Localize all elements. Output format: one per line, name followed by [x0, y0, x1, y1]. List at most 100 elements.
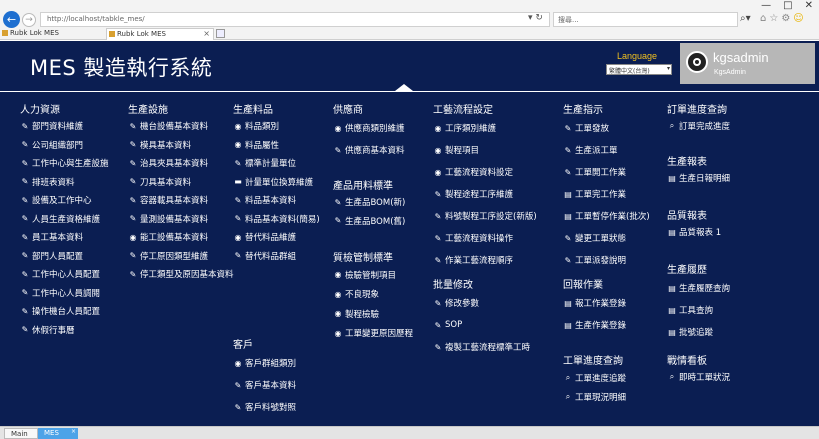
tab-main[interactable]: Main: [4, 428, 38, 439]
menu-item[interactable]: ✎ 標準計量單位: [233, 154, 320, 173]
menu-item[interactable]: ▤ 工單完工作業: [563, 183, 650, 205]
menu-item[interactable]: ▤ 生產履歷查詢: [667, 277, 730, 299]
search-icon[interactable]: ⌕▾: [740, 13, 751, 24]
menu-item[interactable]: ✎ 變更工單狀態: [563, 227, 650, 249]
menu-item[interactable]: ◉ 工藝流程資料設定: [433, 161, 537, 183]
menu-item[interactable]: ✎ 生產派工單: [563, 139, 650, 161]
close-icon[interactable]: ×: [71, 428, 76, 435]
menu-item[interactable]: ◉ 能工設備基本資料: [128, 228, 234, 247]
menu-item[interactable]: ✎ 公司組織部門: [20, 136, 109, 155]
menu-item[interactable]: ▤ 工具查詢: [667, 299, 730, 321]
menu-item-label: 工單開工作業: [575, 168, 627, 178]
feedback-smiley-icon[interactable]: ☺: [793, 13, 803, 24]
menu-item-label: 人員生產資格維護: [32, 214, 101, 225]
menu-item[interactable]: ◉ 製程檢驗: [333, 304, 413, 324]
menu-item[interactable]: ✎ 設備及工作中心: [20, 191, 109, 210]
menu-item[interactable]: ◉ 工單變更原因歷程: [333, 324, 414, 344]
forward-button[interactable]: →: [22, 13, 36, 27]
menu-item[interactable]: ▤ 品質報表 1: [667, 223, 721, 242]
menu-item[interactable]: ▤ 生產日報明細: [667, 169, 730, 188]
close-tab-icon[interactable]: ×: [203, 29, 210, 38]
menu-item[interactable]: ✎ 工作中心人員配置: [20, 265, 109, 284]
menu-item[interactable]: ✎ 複製工藝流程標準工時: [433, 336, 530, 358]
menu-item[interactable]: ▤ 生產作業登錄: [563, 314, 626, 336]
search-icon: ⌕: [669, 372, 675, 382]
menu-item[interactable]: ✎ 製程途程工序維護: [433, 183, 537, 205]
menu-item[interactable]: ✎ 部門資料維護: [20, 117, 109, 136]
menu-item[interactable]: ✎ 工單開工作業: [563, 161, 650, 183]
menu-item[interactable]: ⌕ 即時工單狀況: [667, 368, 730, 387]
menu-item[interactable]: ✎ 作業工藝流程順序: [433, 249, 537, 271]
favicon-icon: [2, 30, 8, 36]
menu-item[interactable]: ✎ 量測設備基本資料: [128, 210, 234, 229]
menu-item[interactable]: ✎ 操作機台人員配置: [20, 302, 109, 321]
menu-item[interactable]: ✎ 機台設備基本資料: [128, 117, 234, 136]
user-panel[interactable]: kgsadmin KgsAdmin: [680, 43, 815, 84]
menu-item[interactable]: ◉ 檢驗管制項目: [333, 265, 413, 285]
menu-item[interactable]: ✎ 修改參數: [433, 292, 530, 314]
menu-item[interactable]: ✎ 工作中心人員調閱: [20, 284, 109, 303]
tab-mes[interactable]: MES ×: [38, 428, 78, 439]
menu-item[interactable]: ✎ 停工原因類型維護: [128, 247, 234, 266]
menu-item[interactable]: ✎ 供應商基本資料: [333, 139, 405, 161]
menu-item[interactable]: ▬ 計量單位換算維護: [233, 173, 320, 192]
menu-item[interactable]: ✎ 人員生產資格維護: [20, 210, 109, 229]
menu-item[interactable]: ✎ 工單發放: [563, 117, 650, 139]
menu-item[interactable]: ◉ 工序類別維護: [433, 117, 537, 139]
menu-item[interactable]: ✎ 治具夾具基本資料: [128, 154, 234, 173]
disc-icon: ◉: [334, 270, 342, 280]
menu-item-label: 模具基本資料: [140, 140, 192, 151]
menu-item[interactable]: ◉ 替代料品維護: [233, 228, 320, 247]
menu-item[interactable]: ✎ 客戶料號對照: [233, 396, 296, 418]
menu-item[interactable]: ✎ 模具基本資料: [128, 136, 234, 155]
search-input[interactable]: 搜尋...: [553, 12, 738, 27]
menu-item[interactable]: ✎ 生產品BOM(新): [333, 193, 406, 212]
menu-item[interactable]: ✎ 工藝流程資料操作: [433, 227, 537, 249]
wrench-icon: ✎: [21, 121, 29, 131]
new-tab-button[interactable]: [216, 29, 225, 38]
menu-item-label: 供應商類別維護: [345, 124, 405, 134]
menu-item[interactable]: ⌕ 工單進度追蹤: [563, 368, 626, 387]
menu-item[interactable]: ✎ 客戶基本資料: [233, 374, 296, 396]
menu-item[interactable]: ◉ 客戶群組類別: [233, 352, 297, 374]
menu-item[interactable]: ✎ 部門人員配置: [20, 247, 109, 266]
wrench-icon: ✎: [334, 197, 342, 207]
menu-item[interactable]: ✎ 生產品BOM(舊): [333, 212, 406, 231]
menu-item[interactable]: ✎ 休假行事曆: [20, 321, 109, 340]
gear-icon[interactable]: ⚙: [781, 13, 790, 24]
refresh-icon[interactable]: ↻: [535, 13, 543, 23]
menu-item-label: 料品基本資料(簡易): [245, 214, 320, 225]
menu-item[interactable]: ▤ 工單暫停作業(批次): [563, 205, 649, 227]
menu-item[interactable]: ⌕ 工單現況明細: [563, 387, 626, 406]
home-icon[interactable]: ⌂: [760, 13, 766, 24]
menu-item[interactable]: ◉ 料品類別: [233, 117, 320, 136]
menu-item[interactable]: ✎ 工單派發說明: [563, 249, 650, 271]
dropdown-icon[interactable]: ▾: [528, 13, 533, 23]
menu-item[interactable]: ✎ 料品基本資料: [233, 191, 320, 210]
menu-item[interactable]: ✎ 員工基本資料: [20, 228, 109, 247]
menu-item[interactable]: ✎ 料品基本資料(簡易): [233, 210, 320, 229]
menu-item[interactable]: ⌕ 訂單完成進度: [667, 117, 730, 136]
browser-tab[interactable]: Rubk Lok MES: [0, 28, 105, 40]
menu-item[interactable]: ✎ SOP: [433, 314, 530, 336]
menu-item[interactable]: ▤ 報工作業登錄: [563, 292, 626, 314]
menu-item[interactable]: ◉ 料品屬性: [233, 136, 320, 155]
menu-item[interactable]: ✎ 停工類型及原因基本資料: [128, 265, 234, 284]
menu-item[interactable]: ✎ 替代料品群組: [233, 247, 320, 266]
address-bar[interactable]: http://localhost/tabkle_mes/: [40, 12, 550, 27]
menu-item[interactable]: ◉ 製程項目: [433, 139, 537, 161]
browser-tab-active[interactable]: Rubk Lok MES ×: [106, 28, 214, 40]
menu-item[interactable]: ✎ 排班表資料: [20, 173, 109, 192]
menu-group: 訂單進度查詢 ⌕ 訂單完成進度: [667, 101, 730, 136]
back-button[interactable]: ←: [3, 11, 20, 28]
menu-item[interactable]: ✎ 料號製程工序設定(新版): [433, 205, 537, 227]
menu-item[interactable]: ◉ 供應商類別維護: [333, 117, 405, 139]
menu-item[interactable]: ◉ 不良現象: [333, 285, 413, 305]
language-select[interactable]: 繁體中文(台灣) ▾: [606, 64, 672, 75]
menu-item-label: 生產履歷查詢: [679, 284, 731, 294]
star-icon[interactable]: ☆: [769, 13, 778, 24]
menu-item[interactable]: ✎ 容器載具基本資料: [128, 191, 234, 210]
menu-item[interactable]: ▤ 批號追蹤: [667, 321, 730, 343]
menu-item[interactable]: ✎ 刀具基本資料: [128, 173, 234, 192]
menu-item[interactable]: ✎ 工作中心與生產設施: [20, 154, 109, 173]
